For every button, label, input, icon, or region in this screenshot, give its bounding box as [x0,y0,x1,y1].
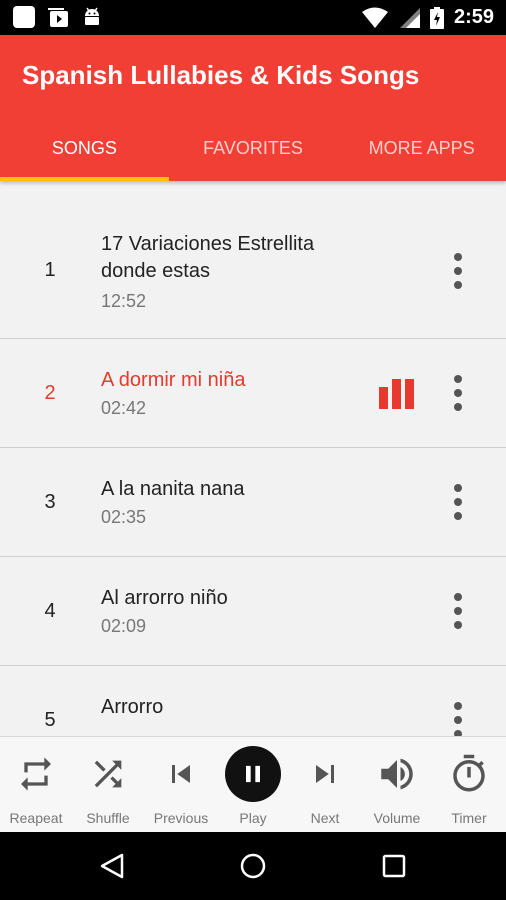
shuffle-icon [94,760,122,788]
song-title: Al arrorro niño [101,587,228,609]
previous-label: Previous [153,810,209,826]
signal-icon [399,7,420,28]
repeat-icon [21,757,51,791]
skip-previous-icon [172,765,190,783]
song-row-1[interactable]: 1 17 Variaciones Estrellita donde estas … [0,211,506,339]
recents-icon[interactable] [380,852,408,880]
next-button[interactable]: Next [289,737,361,833]
more-options-icon[interactable] [450,593,466,629]
more-options-icon[interactable] [450,702,466,736]
now-playing-equalizer-icon [379,379,415,409]
song-duration: 02:35 [101,507,147,527]
volume-label: Volume [373,810,421,826]
tab-bar: SONGS FAVORITES MORE APPS [0,131,506,181]
more-options-icon[interactable] [450,253,466,289]
play-label: Play [239,810,267,826]
song-list[interactable]: 1 17 Variaciones Estrellita donde estas … [0,181,506,736]
previous-button[interactable]: Previous [145,737,217,833]
song-number: 2 [44,382,56,404]
tab-more-apps[interactable]: MORE APPS [337,131,506,181]
shuffle-button[interactable]: Shuffle [72,737,144,833]
timer-button[interactable]: Timer [433,737,505,833]
status-time: 2:59 [453,6,494,28]
skip-next-icon [316,765,334,783]
song-title: 17 Variaciones Estrellita donde estas [101,233,315,282]
more-options-icon[interactable] [450,375,466,411]
song-number: 1 [44,259,56,281]
song-duration: 02:42 [101,398,147,418]
song-number: 3 [44,491,56,513]
song-row-2[interactable]: 2 A dormir mi niña 02:42 [0,339,506,448]
song-row-3[interactable]: 3 A la nanita nana 02:35 [0,448,506,557]
tab-songs[interactable]: SONGS [0,131,169,181]
song-number: 4 [44,600,56,622]
song-title: A dormir mi niña [101,369,246,391]
android-icon [85,7,99,25]
repeat-label: Reapeat [9,810,63,826]
battery-charging-icon [429,6,444,29]
tab-favorites[interactable]: FAVORITES [169,131,338,181]
app-title: Spanish Lullabies & Kids Songs [22,60,420,90]
system-nav-bar [0,832,506,900]
back-icon[interactable] [98,852,126,880]
volume-button[interactable]: Volume [361,737,433,833]
wifi-icon [361,7,388,28]
status-bar: 2:59 [0,0,506,35]
home-icon[interactable] [239,852,267,880]
app-square-icon [13,6,35,28]
volume-icon [381,758,413,790]
song-duration: 12:52 [101,291,147,311]
shuffle-label: Shuffle [86,810,130,826]
song-duration: 02:09 [101,616,147,636]
repeat-button[interactable]: Reapeat [0,737,72,833]
timer-label: Timer [451,810,487,826]
tab-indicator [0,177,169,181]
pause-icon [225,746,281,802]
song-title: A la nanita nana [101,478,245,500]
timer-icon [453,754,485,792]
next-label: Next [310,810,340,826]
song-number: 5 [44,709,56,731]
song-row-5[interactable]: 5 Arrorro [0,666,506,736]
more-options-icon[interactable] [450,484,466,520]
song-row-4[interactable]: 4 Al arrorro niño 02:09 [0,557,506,666]
app-bar: Spanish Lullabies & Kids Songs SONGS FAV… [0,35,506,181]
play-pause-button[interactable]: Play [217,737,289,833]
youtube-icon [48,8,68,27]
song-title: Arrorro [101,696,164,718]
player-controls: Reapeat Shuffle Previous Play Next Volum… [0,736,506,832]
